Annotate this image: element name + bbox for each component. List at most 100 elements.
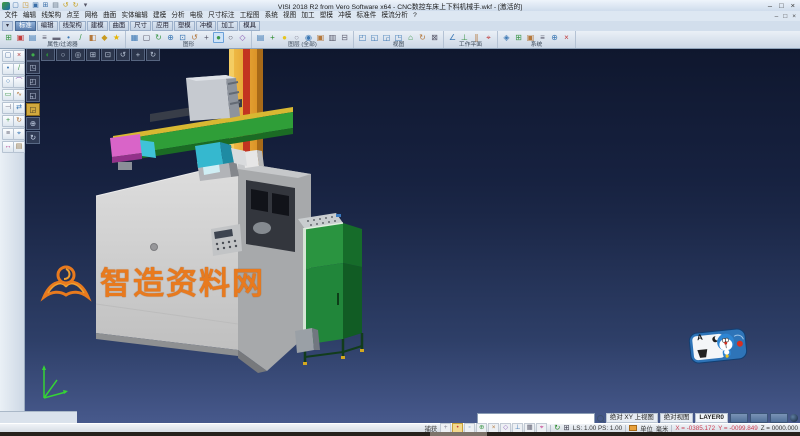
wireframe-view-icon[interactable]: ○ [225,32,236,43]
view-rotate-icon[interactable]: ↻ [417,32,428,43]
view-plane-indicator[interactable]: 绝对 XY 上视图 [606,413,658,423]
view-config-button-2[interactable] [750,413,768,423]
front-view-icon[interactable]: ◰ [26,75,40,88]
menu-item-系统[interactable]: 系统 [262,11,280,21]
surface-filter-icon[interactable]: ◧ [87,32,98,43]
shaded-view-icon[interactable]: ● [213,32,224,43]
menu-item-曲面[interactable]: 曲面 [100,11,118,21]
tab-标准[interactable]: 标准 [15,21,36,31]
zoom-window-icon[interactable]: ⊡ [101,48,115,61]
zoom-all-icon[interactable]: ⊕ [165,32,176,43]
tab-尺寸[interactable]: 尺寸 [130,21,151,31]
tab-冲模[interactable]: 冲模 [196,21,217,31]
iso-view-icon[interactable]: ◳ [26,61,40,74]
refresh-icon[interactable]: ↻ [554,424,560,432]
rotate-view-icon[interactable]: ↻ [146,48,160,61]
menu-item-塑模[interactable]: 塑模 [317,11,335,21]
shaded-render-icon[interactable]: ● [26,48,40,61]
menu-item-文件[interactable]: 文件 [2,11,20,21]
measure-icon[interactable]: ⌖ [13,128,25,140]
layer-filter-icon[interactable]: ▥ [327,32,338,43]
perspective-icon[interactable]: ◇ [237,32,248,43]
tab-加工[interactable]: 加工 [217,21,238,31]
view-config-button-1[interactable] [730,413,748,423]
layer-panel-icon[interactable]: ▤ [13,141,25,153]
line-icon[interactable]: / [13,63,25,75]
menu-item-视图[interactable]: 视图 [280,11,298,21]
iso-view-icon[interactable]: ⌂ [405,32,416,43]
new-window-icon[interactable]: ▢ [141,32,152,43]
menu-item-编辑[interactable]: 编辑 [20,11,38,21]
view-fit-icon[interactable]: ⊠ [429,32,440,43]
menu-item-加工[interactable]: 加工 [299,11,317,21]
redo-icon[interactable]: ↻ [71,1,80,10]
tab-线架构[interactable]: 线架构 [59,21,86,31]
view-manager-icon[interactable]: ▦ [129,32,140,43]
menu-item-电极[interactable]: 电极 [187,11,205,21]
open-file-icon[interactable]: ◳ [21,1,30,10]
view-config-button-3[interactable] [770,413,788,423]
hidden-line-icon[interactable]: ◎ [71,48,85,61]
menu-item-建模[interactable]: 建模 [150,11,168,21]
axes-toggle-icon[interactable]: ⊞ [563,424,569,432]
tab-曲面[interactable]: 曲面 [109,21,130,31]
minimize-button[interactable]: – [768,1,772,10]
layer-new-icon[interactable]: + [267,32,278,43]
gantry-carriage[interactable] [186,75,240,121]
menu-item-工程图[interactable]: 工程图 [237,11,262,21]
mirror-icon[interactable]: ⇄ [13,102,25,114]
shaded-edges-icon[interactable]: ◐ [41,48,55,61]
solid-filter-icon[interactable]: ◆ [99,32,110,43]
zoom-previous-icon[interactable]: ↺ [116,48,130,61]
menu-item-线架构[interactable]: 线架构 [39,11,64,21]
menu-item-分析[interactable]: 分析 [169,11,187,21]
curve-icon[interactable]: ∿ [13,89,25,101]
menu-item-尺寸标注[interactable]: 尺寸标注 [206,11,238,21]
wireframe-render-icon[interactable]: ○ [56,48,70,61]
tab-模具[interactable]: 模具 [239,21,260,31]
tab-编辑[interactable]: 编辑 [37,21,58,31]
info-icon[interactable]: ⊕ [549,32,560,43]
system-settings-icon[interactable]: ◈ [501,32,512,43]
menu-item-网格[interactable]: 网格 [82,11,100,21]
command-input[interactable] [477,413,595,424]
graphics-viewport[interactable]: 智造资料网 A [0,48,800,423]
pan-icon[interactable]: + [131,48,145,61]
pan-view-icon[interactable]: + [201,32,212,43]
menu-item-标准件[interactable]: 标准件 [354,11,379,21]
exit-icon[interactable]: × [561,32,572,43]
tab-塑模[interactable]: 塑模 [174,21,195,31]
customize-quick-access-icon[interactable]: ▾ [81,1,90,10]
workplane-origin-icon[interactable]: ⌖ [483,32,494,43]
print-icon[interactable]: ▤ [51,1,60,10]
undo-icon[interactable]: ↺ [61,1,70,10]
menu-item-实体编辑[interactable]: 实体编辑 [119,11,151,21]
top-view-icon[interactable]: ◱ [369,32,380,43]
all-filter-icon[interactable]: ★ [111,32,122,43]
menu-item-?[interactable]: ? [410,11,419,21]
render-sphere-icon[interactable] [790,414,798,422]
redraw-icon[interactable]: ↻ [153,32,164,43]
top-view-icon[interactable]: ◱ [26,89,40,102]
color-picker-icon[interactable]: ▣ [15,32,26,43]
right-view-icon[interactable]: ◲ [381,32,392,43]
zoom-extents-icon[interactable]: ⊕ [26,117,40,130]
close-button[interactable]: × [791,1,795,10]
rotate-icon[interactable]: ↻ [13,115,25,127]
save-file-icon[interactable]: ▣ [31,1,40,10]
workplane-list-icon[interactable]: ∠ [447,32,458,43]
save-all-icon[interactable]: ⊞ [41,1,50,10]
menu-item-点至[interactable]: 点至 [64,11,82,21]
layer-settings-icon[interactable]: ⊟ [339,32,350,43]
attributes-icon[interactable]: ⊞ [3,32,14,43]
front-view-icon[interactable]: ◰ [357,32,368,43]
tab-应用[interactable]: 应用 [152,21,173,31]
current-layer-indicator[interactable]: LAYER0 [695,413,728,423]
right-view-icon[interactable]: ◲ [26,103,40,116]
view-reference-indicator[interactable]: 绝对视图 [660,413,694,423]
mdi-restore-button[interactable]: □ [783,13,787,20]
layer-select-icon[interactable]: ▤ [27,32,38,43]
menu-item-模流分析[interactable]: 模流分析 [379,11,411,21]
dynamic-view-icon[interactable]: ↻ [26,131,40,144]
menu-item-冲模[interactable]: 冲模 [336,11,354,21]
